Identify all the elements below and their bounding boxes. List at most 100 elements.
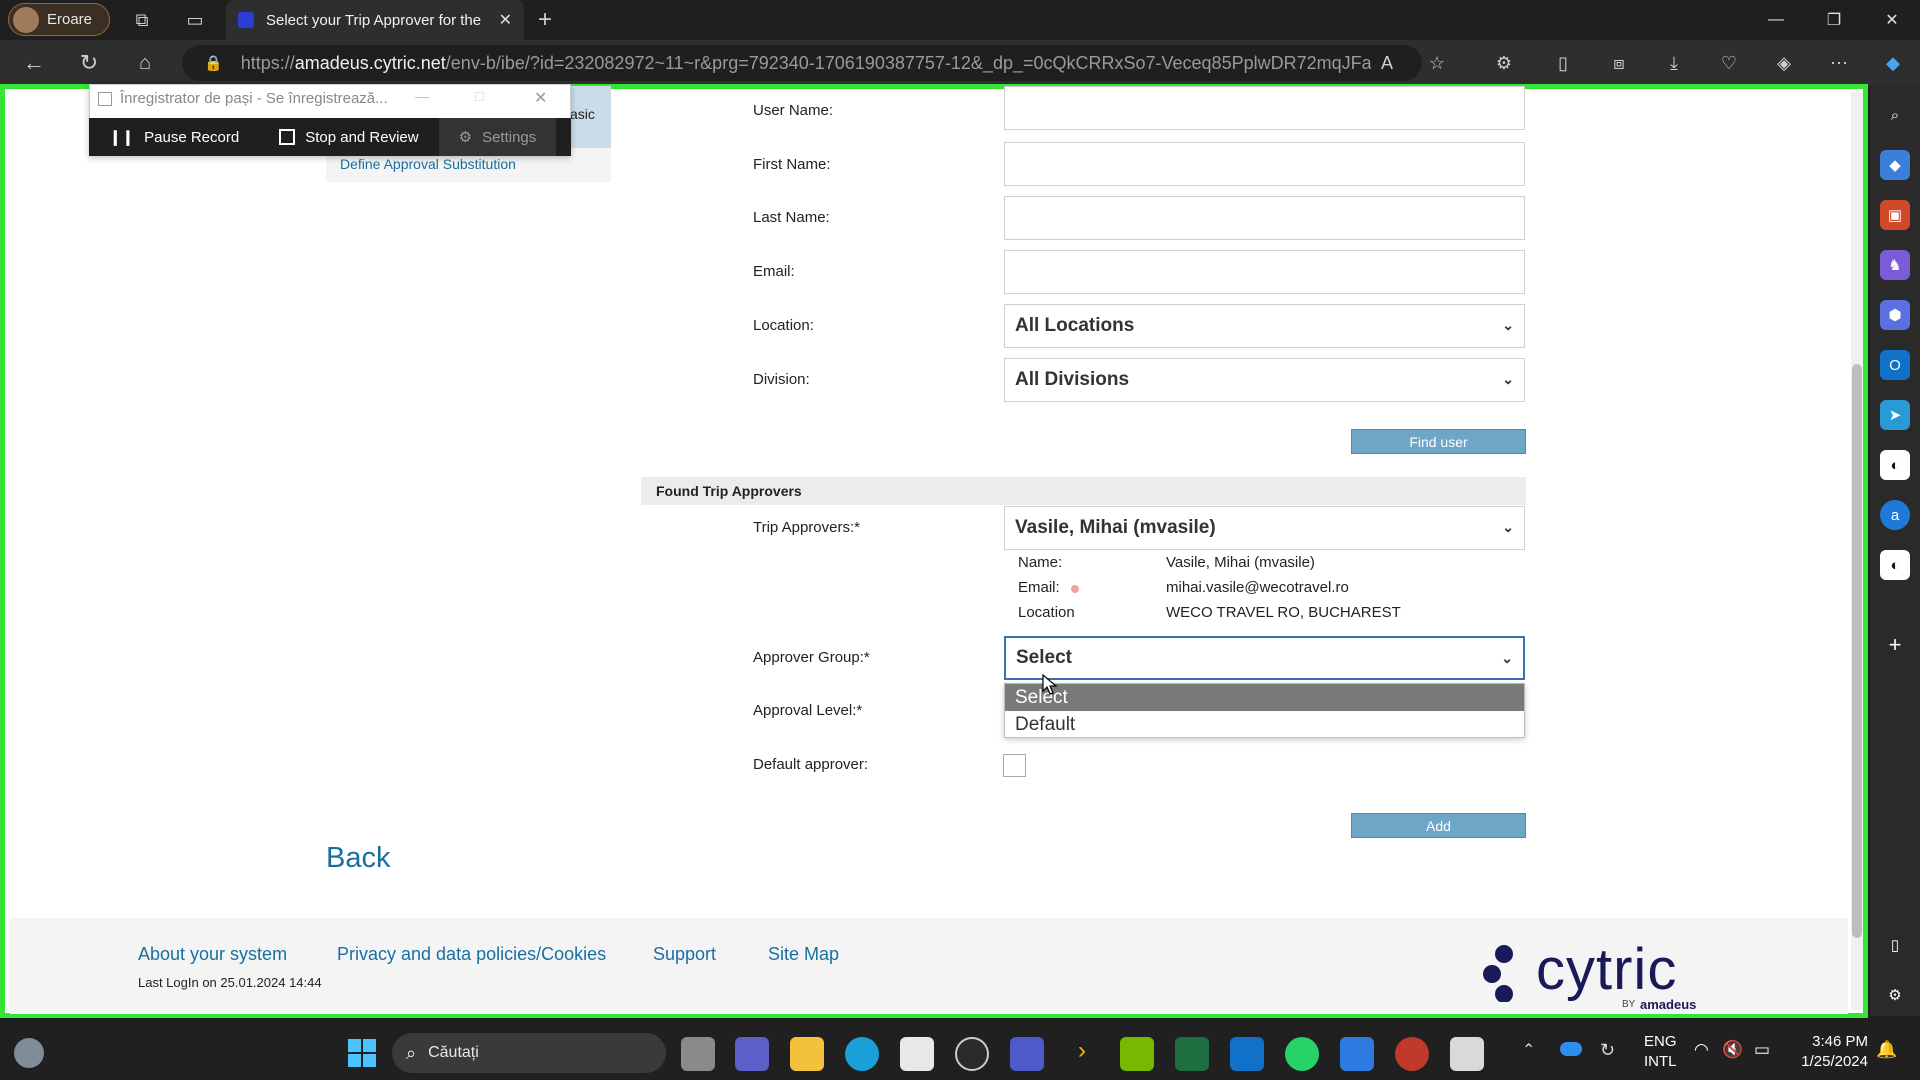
sidebar-drop-icon[interactable]: ➤ [1880,400,1910,430]
volume-muted-icon[interactable]: 🔇 [1722,1040,1743,1060]
store-icon[interactable] [900,1037,934,1071]
language-bottom[interactable]: INTL [1644,1053,1677,1070]
performance-icon[interactable]: ♡ [1712,46,1746,80]
settings-button[interactable]: ⚙ Settings [438,118,557,156]
sidebar-hide-icon[interactable]: ▯ [1880,930,1910,960]
wifi-icon[interactable]: ◠ [1694,1040,1709,1060]
dropdown-option-select[interactable]: Select [1005,684,1524,711]
add-button[interactable]: Add [1351,813,1526,838]
footer-link-about[interactable]: About your system [138,944,287,965]
email-input[interactable] [1004,250,1525,294]
app-red-icon[interactable] [1395,1037,1429,1071]
windows-start-icon[interactable] [346,1037,378,1069]
edge-icon[interactable] [845,1037,879,1071]
more-menu-icon[interactable]: ⋯ [1822,46,1856,80]
copilot-icon[interactable]: ◆ [1876,46,1910,80]
clock-time[interactable]: 3:46 PM [1796,1033,1868,1050]
teams-icon[interactable] [1010,1037,1044,1071]
stop-and-review-button[interactable]: Stop and Review [259,118,438,156]
click-marker-icon [1071,585,1079,593]
chevron-down-icon: ⌄ [1502,519,1514,535]
sidebar-tools-icon[interactable]: ▣ [1880,200,1910,230]
taskbar-search[interactable]: ⌕ Căutați [392,1033,666,1073]
pause-record-button[interactable]: ❙❙ Pause Record [89,118,259,156]
sync-icon[interactable]: ↻ [1600,1040,1615,1061]
clock-date[interactable]: 1/25/2024 [1790,1053,1868,1070]
sidebar-outlook-icon[interactable]: O [1880,350,1910,380]
recorder-minimize-icon[interactable]: — [415,88,429,104]
steps-recorder-icon[interactable] [1450,1037,1484,1071]
pause-record-label: Pause Record [144,128,240,146]
trip-approvers-select[interactable]: Vasile, Mihai (mvasile) ⌄ [1004,506,1525,550]
back-arrow-icon[interactable]: ← [17,46,51,80]
sidebar-games-icon[interactable]: ♞ [1880,250,1910,280]
file-explorer-icon[interactable] [790,1037,824,1071]
sidebar-settings-icon[interactable]: ⚙ [1880,980,1910,1010]
dell-icon[interactable] [955,1037,989,1071]
terminal-icon[interactable]: › [1065,1037,1099,1071]
address-bar[interactable]: 🔒 https://amadeus.cytric.net/env-b/ibe/?… [182,45,1422,81]
browser-essentials-icon[interactable]: ◈ [1767,46,1801,80]
tray-chevron-up-icon[interactable]: ⌃ [1522,1040,1535,1060]
workspaces-icon[interactable]: ⧉ [125,3,159,37]
trip-approvers-value: Vasile, Mihai (mvasile) [1015,517,1216,538]
recorder-close-icon[interactable]: ✕ [534,88,547,108]
footer-link-support[interactable]: Support [653,944,716,965]
scrollbar-thumb[interactable] [1852,364,1862,938]
first-name-label: First Name: [753,156,831,173]
weather-icon[interactable] [14,1038,44,1068]
profile-button[interactable]: Eroare [8,3,110,36]
define-approval-substitution-link[interactable]: Define Approval Substitution [340,156,516,172]
home-icon[interactable]: ⌂ [128,46,162,80]
recorder-maximize-icon[interactable]: □ [475,88,483,104]
default-approver-checkbox[interactable] [1003,754,1026,777]
pause-icon: ❙❙ [109,129,135,146]
download-icon[interactable]: ⤓ [1657,46,1691,80]
last-name-label: Last Name: [753,209,830,226]
sidebar-shopping-icon[interactable]: ◆ [1880,150,1910,180]
sidebar-app2-icon[interactable]: ◐ [1880,550,1910,580]
notification-bell-icon[interactable]: 🔔 [1876,1040,1897,1060]
favorite-star-icon[interactable]: ☆ [1420,46,1454,80]
nvidia-icon[interactable] [1120,1037,1154,1071]
new-tab-icon[interactable]: + [528,3,562,37]
split-screen-icon[interactable]: ▯ [1546,46,1580,80]
footer-link-sitemap[interactable]: Site Map [768,944,839,965]
find-user-button[interactable]: Find user [1351,429,1526,454]
sidebar-add-icon[interactable]: + [1880,630,1910,660]
battery-icon[interactable]: ▭ [1754,1040,1770,1060]
approver-group-select[interactable]: Select ⌄ [1004,636,1525,680]
excel-icon[interactable] [1175,1037,1209,1071]
app-blue-icon[interactable] [1340,1037,1374,1071]
onedrive-icon[interactable] [1560,1042,1582,1056]
whatsapp-icon[interactable] [1285,1037,1319,1071]
teams-chat-icon[interactable] [735,1037,769,1071]
refresh-icon[interactable]: ↻ [72,46,106,80]
division-select[interactable]: All Divisions ⌄ [1004,358,1525,402]
tab-actions-icon[interactable]: ▭ [178,3,212,37]
minimize-icon[interactable]: — [1748,0,1804,40]
read-aloud-icon[interactable]: A [1370,46,1404,80]
close-window-icon[interactable]: ✕ [1864,0,1920,40]
first-name-input[interactable] [1004,142,1525,186]
language-top[interactable]: ENG [1644,1033,1677,1050]
extensions-icon[interactable]: ⚙ [1487,46,1521,80]
mouse-cursor-icon [1042,674,1058,695]
collections-icon[interactable]: ⧈ [1602,46,1636,80]
sidebar-m365-icon[interactable]: ⬢ [1880,300,1910,330]
sidebar-search-icon[interactable]: ⌕ [1880,100,1910,130]
user-name-input[interactable] [1004,86,1525,130]
restore-icon[interactable]: ❐ [1806,0,1862,40]
dropdown-option-default[interactable]: Default [1005,711,1524,738]
back-link[interactable]: Back [326,842,390,875]
task-view-icon[interactable] [681,1037,715,1071]
footer-link-privacy[interactable]: Privacy and data policies/Cookies [337,944,606,965]
sidebar-amazon-icon[interactable]: a [1880,500,1910,530]
sidebar-app-icon[interactable]: ◐ [1880,450,1910,480]
tab-active[interactable]: Select your Trip Approver for the ✕ [226,0,524,40]
division-select-value: All Divisions [1015,369,1130,390]
outlook-icon[interactable] [1230,1037,1264,1071]
close-tab-icon[interactable]: ✕ [499,10,512,30]
last-name-input[interactable] [1004,196,1525,240]
location-select[interactable]: All Locations ⌄ [1004,304,1525,348]
